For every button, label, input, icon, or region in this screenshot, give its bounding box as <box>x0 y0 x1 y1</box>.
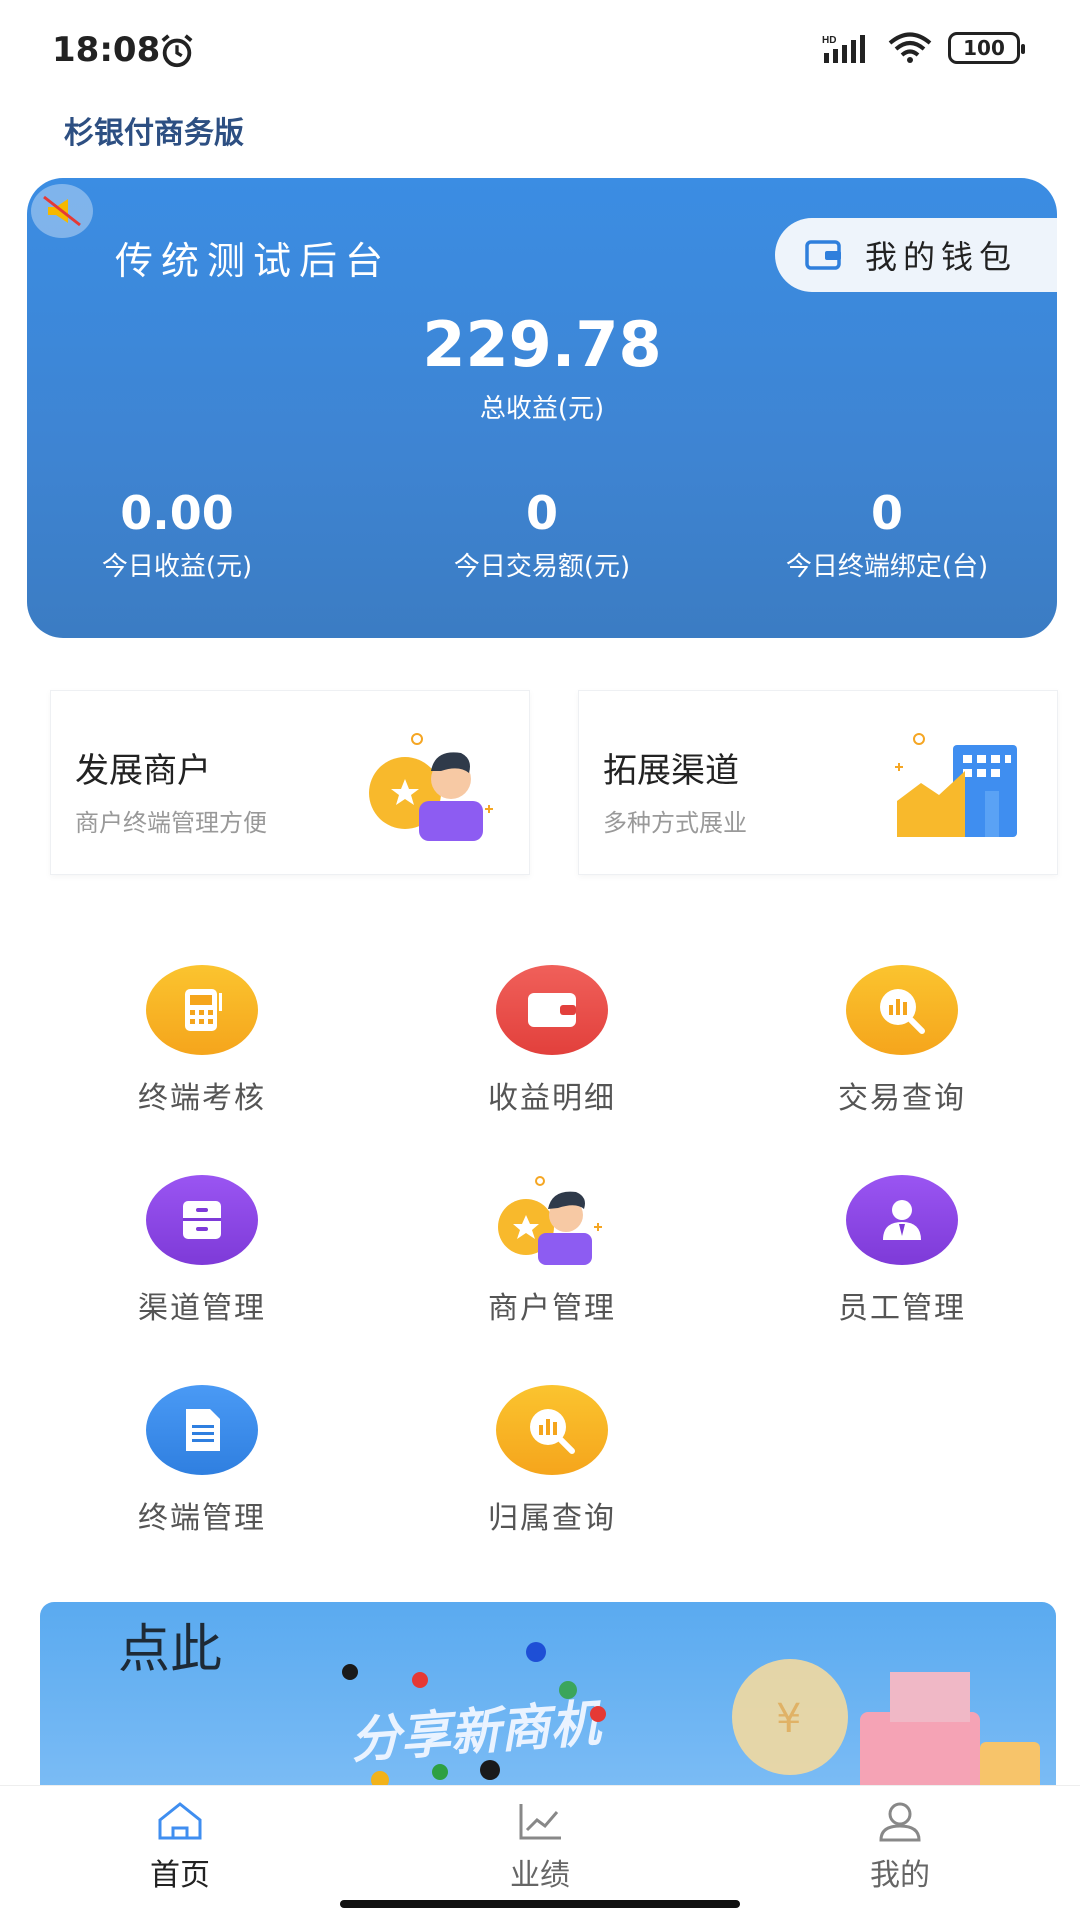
battery-icon: 100 <box>948 32 1025 64</box>
banner-side-text: 点此 <box>118 1620 223 1680</box>
grid-transaction-query[interactable]: 交易查询 <box>752 965 1052 1125</box>
wifi-icon <box>888 32 932 63</box>
employee-icon <box>846 1175 958 1265</box>
grid-label: 终端考核 <box>138 1081 266 1116</box>
grid-earnings-detail[interactable]: 收益明细 <box>402 965 702 1125</box>
grid-merchant-management[interactable]: 商户管理 <box>402 1175 702 1335</box>
grid-employee-management[interactable]: 员工管理 <box>752 1175 1052 1335</box>
document-icon <box>146 1385 258 1475</box>
grid-attribution-query[interactable]: 归属查询 <box>402 1385 702 1545</box>
alarm-icon <box>161 34 193 68</box>
signal-icon: HD <box>822 35 865 63</box>
wallet-icon <box>805 240 841 270</box>
stat-value: 0 <box>525 486 558 540</box>
stat-label: 今日交易额(元) <box>453 552 631 582</box>
merchant-illustration-icon <box>369 733 493 841</box>
grid-terminal-management[interactable]: 终端管理 <box>52 1385 352 1545</box>
svg-text:HD: HD <box>822 35 836 46</box>
profile-icon <box>879 1802 921 1842</box>
feature-title: 发展商户 <box>75 751 211 791</box>
stat-label: 今日收益(元) <box>101 552 253 582</box>
feature-title: 拓展渠道 <box>603 751 739 791</box>
grid-channel-management[interactable]: 渠道管理 <box>52 1175 352 1335</box>
expand-channel-card[interactable]: 拓展渠道 多种方式展业 <box>578 690 1058 875</box>
my-wallet-button[interactable]: 我的钱包 <box>775 218 1057 292</box>
banner-dots-icon <box>342 1642 606 1789</box>
develop-merchant-card[interactable]: 发展商户 商户终端管理方便 <box>50 690 530 875</box>
grid-label: 终端管理 <box>138 1501 266 1536</box>
grid-label: 收益明细 <box>488 1081 616 1116</box>
channel-illustration-icon <box>895 733 1017 837</box>
tab-home[interactable]: 首页 <box>80 1800 280 1894</box>
banner-illustration-icon: ¥ <box>732 1659 1040 1792</box>
stat-today-volume[interactable]: 0 今日交易额(元) <box>392 486 692 583</box>
grid-terminal-assessment[interactable]: 终端考核 <box>52 965 352 1125</box>
pos-terminal-icon <box>146 965 258 1055</box>
wallet-label: 我的钱包 <box>865 238 1018 276</box>
feature-subtitle: 多种方式展业 <box>603 809 747 837</box>
earnings-card: 传统测试后台 我的钱包 229.78 总收益(元) 0.00 今日收益(元) 0… <box>27 178 1057 638</box>
clock: 18:08 <box>52 30 161 70</box>
tab-label: 业绩 <box>510 1858 570 1893</box>
tab-performance[interactable]: 业绩 <box>440 1800 640 1894</box>
grid-label: 归属查询 <box>488 1501 616 1536</box>
total-earnings-label: 总收益(元) <box>479 394 605 424</box>
speaker-muted-icon[interactable] <box>31 184 93 238</box>
app-title: 杉银付商务版 <box>64 116 244 151</box>
chart-search-icon <box>846 965 958 1055</box>
account-name: 传统测试后台 <box>115 239 392 283</box>
grid-label: 交易查询 <box>838 1081 966 1116</box>
stat-value: 0 <box>870 486 903 540</box>
chart-search-icon <box>496 1385 608 1475</box>
status-bar: 18:08 HD 100 <box>0 0 1080 100</box>
grid-label: 员工管理 <box>838 1291 966 1326</box>
drawer-icon <box>146 1175 258 1265</box>
grid-label: 渠道管理 <box>138 1291 266 1326</box>
tab-profile[interactable]: 我的 <box>800 1800 1000 1894</box>
wallet-icon <box>496 965 608 1055</box>
merchant-icon <box>496 1175 608 1265</box>
stat-label: 今日终端绑定(台) <box>785 552 989 582</box>
home-icon <box>158 1802 202 1840</box>
total-earnings-value: 229.78 <box>422 308 662 381</box>
stat-today-terminal-bind[interactable]: 0 今日终端绑定(台) <box>737 486 1037 583</box>
stat-today-earnings[interactable]: 0.00 今日收益(元) <box>27 486 327 583</box>
trend-icon <box>519 1804 561 1840</box>
stat-value: 0.00 <box>120 486 234 540</box>
tab-label: 首页 <box>150 1858 210 1893</box>
tab-label: 我的 <box>870 1858 930 1893</box>
promo-banner[interactable]: 点此 分享新商机 ¥ <box>40 1602 1056 1802</box>
home-indicator[interactable] <box>340 1900 740 1908</box>
grid-label: 商户管理 <box>488 1291 616 1326</box>
feature-subtitle: 商户终端管理方便 <box>75 809 267 837</box>
svg-text:¥: ¥ <box>776 1696 801 1742</box>
